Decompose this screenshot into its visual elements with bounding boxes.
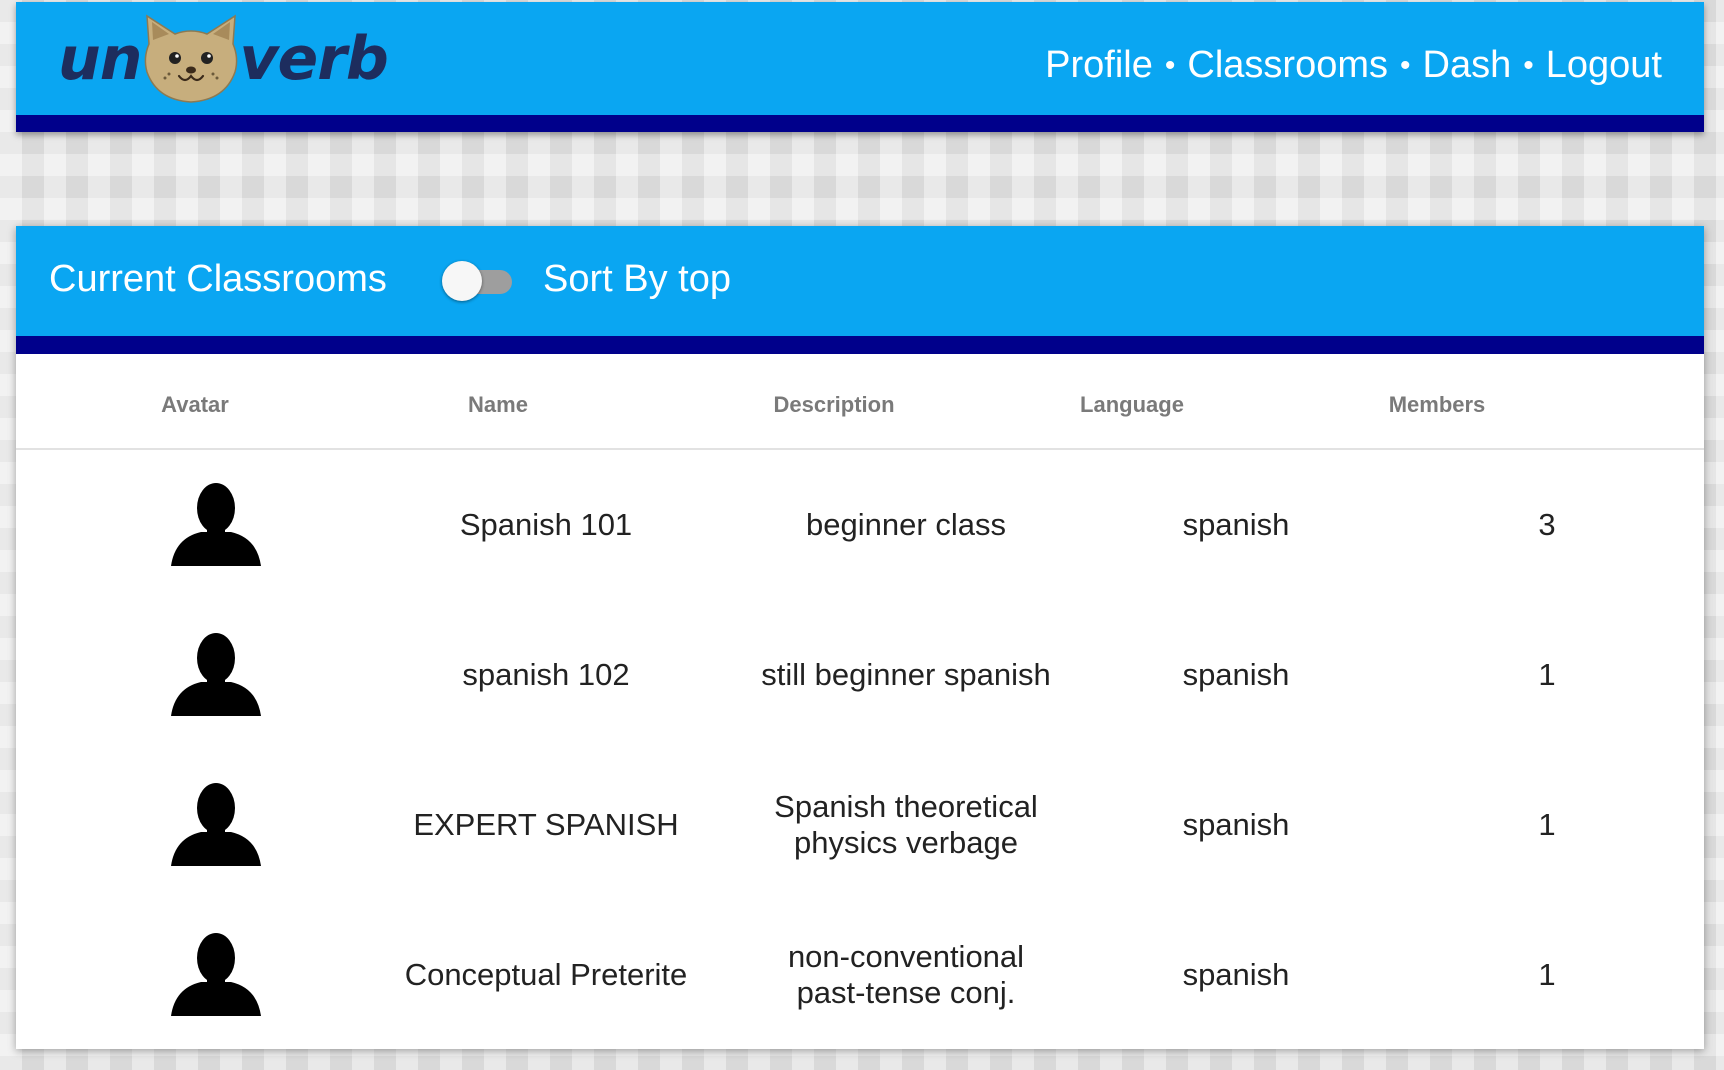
classroom-description: non-conventional past-tense conj. bbox=[787, 939, 1025, 1010]
sort-label: Sort By top bbox=[543, 258, 731, 300]
card-title: Current Classrooms bbox=[49, 258, 387, 300]
nav-separator: • bbox=[1164, 48, 1176, 82]
nav-dash-link[interactable]: Dash bbox=[1423, 44, 1512, 87]
column-header-name[interactable]: Name bbox=[468, 392, 528, 418]
classroom-description: still beginner spanish bbox=[761, 657, 1051, 693]
top-nav: Profile • Classrooms • Dash • Logout bbox=[1045, 44, 1662, 87]
classrooms-card-header: Current Classrooms Sort By top bbox=[16, 226, 1704, 336]
nav-separator: • bbox=[1400, 48, 1411, 82]
classroom-language: spanish bbox=[1182, 807, 1290, 843]
classroom-language: spanish bbox=[1182, 957, 1290, 993]
nav-classrooms-link[interactable]: Classrooms bbox=[1187, 44, 1388, 87]
person-silhouette-icon bbox=[171, 933, 261, 1016]
column-header-language[interactable]: Language bbox=[1080, 392, 1184, 418]
column-header-description[interactable]: Description bbox=[773, 392, 894, 418]
column-header-avatar[interactable]: Avatar bbox=[161, 392, 229, 418]
classroom-name: EXPERT SPANISH bbox=[413, 807, 679, 843]
cat-face-icon bbox=[145, 14, 238, 103]
logo-text-left: un bbox=[58, 24, 142, 94]
card-accent-bar bbox=[16, 336, 1704, 354]
classroom-members: 1 bbox=[1538, 957, 1556, 993]
classroom-members: 1 bbox=[1538, 807, 1556, 843]
table-row[interactable]: EXPERT SPANISH Spanish theoretical physi… bbox=[16, 750, 1704, 900]
logo-text-right: verb bbox=[239, 24, 388, 94]
nav-profile-link[interactable]: Profile bbox=[1045, 44, 1153, 87]
classroom-language: spanish bbox=[1182, 657, 1290, 693]
classroom-name: Conceptual Preterite bbox=[404, 957, 688, 993]
table-row[interactable]: Spanish 101 beginner class spanish 3 bbox=[16, 450, 1704, 600]
app-header: un verb Profile • Classrooms • Dash • Lo… bbox=[16, 2, 1704, 132]
classroom-description: beginner class bbox=[806, 507, 1006, 543]
table-row[interactable]: spanish 102 still beginner spanish spani… bbox=[16, 600, 1704, 750]
sort-toggle[interactable] bbox=[440, 260, 516, 304]
classroom-members: 1 bbox=[1538, 657, 1556, 693]
classroom-description: Spanish theoretical physics verbage bbox=[774, 789, 1038, 860]
sort-toggle-thumb bbox=[442, 261, 482, 301]
classroom-name: Spanish 101 bbox=[459, 507, 633, 543]
table-row[interactable]: Conceptual Preterite non-conventional pa… bbox=[16, 900, 1704, 1050]
nav-separator: • bbox=[1523, 48, 1534, 82]
nav-logout-link[interactable]: Logout bbox=[1546, 44, 1662, 87]
classrooms-card: Current Classrooms Sort By top Avatar Na… bbox=[16, 226, 1704, 1049]
classroom-name: spanish 102 bbox=[462, 657, 630, 693]
classroom-members: 3 bbox=[1538, 507, 1556, 543]
header-accent-bar bbox=[16, 115, 1704, 132]
classroom-language: spanish bbox=[1182, 507, 1290, 543]
unverb-logo[interactable]: un verb bbox=[58, 14, 389, 104]
column-header-members[interactable]: Members bbox=[1389, 392, 1486, 418]
person-silhouette-icon bbox=[171, 483, 261, 566]
person-silhouette-icon bbox=[171, 633, 261, 716]
person-silhouette-icon bbox=[171, 783, 261, 866]
